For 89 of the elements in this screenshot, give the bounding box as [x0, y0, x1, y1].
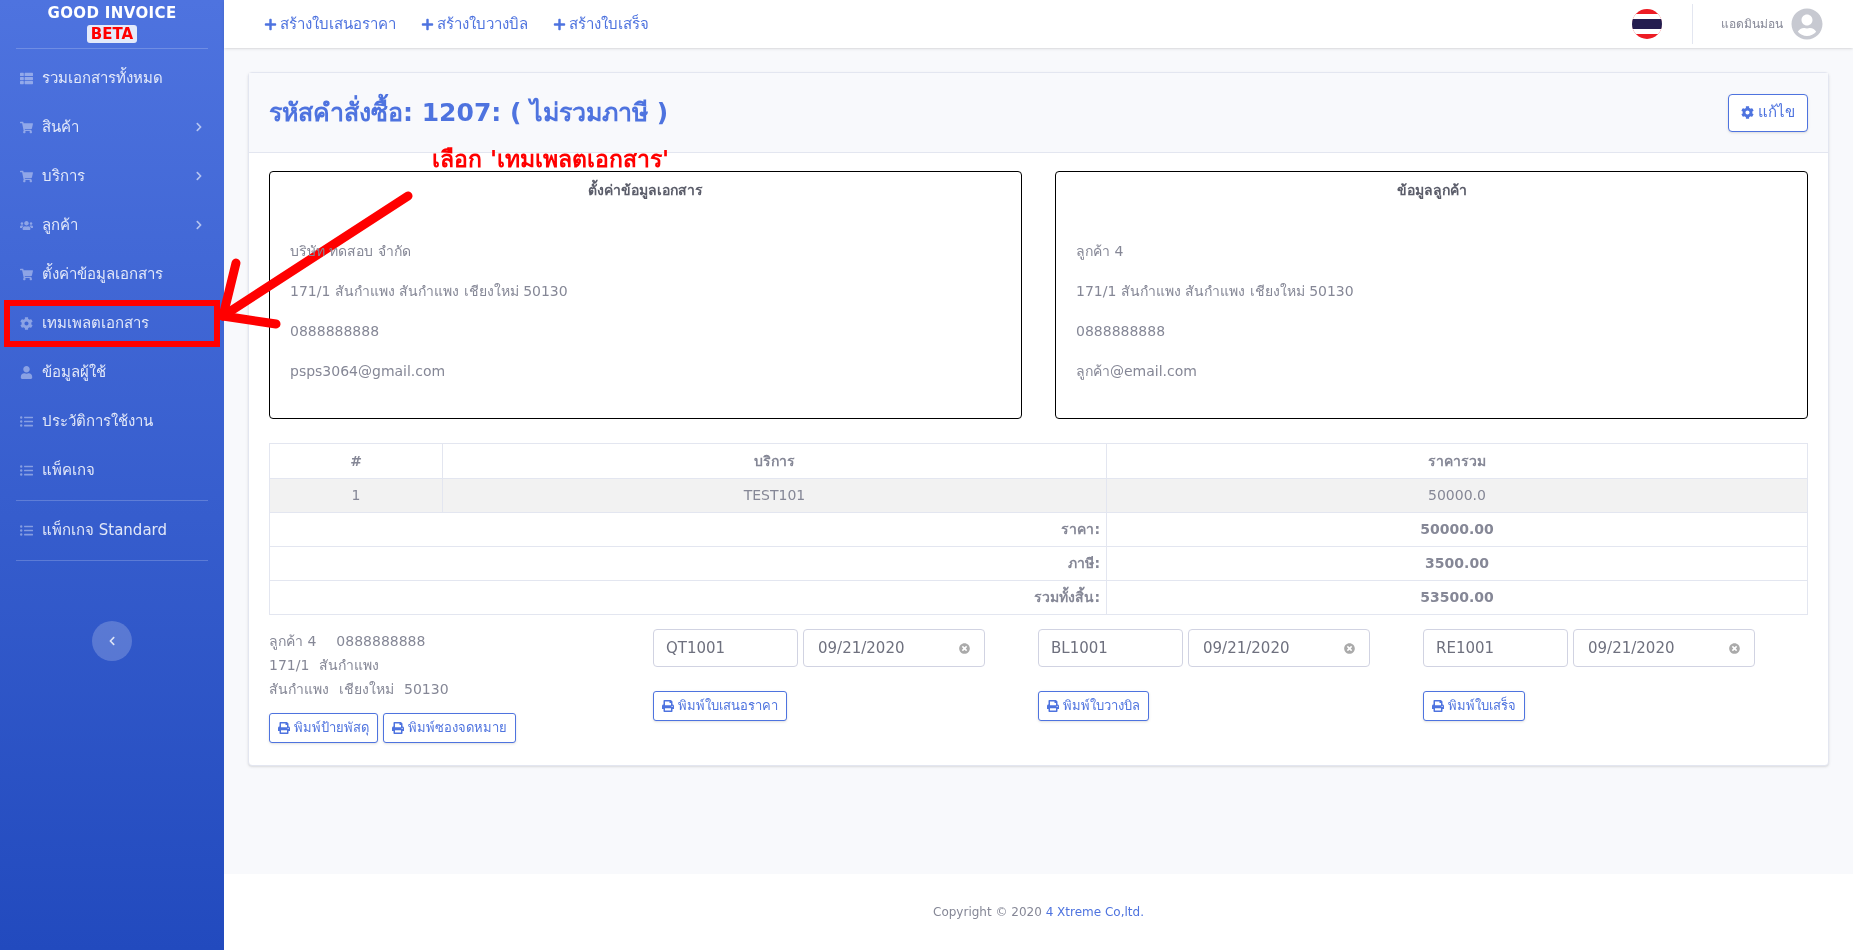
- edit-button[interactable]: แก้ไข: [1728, 93, 1808, 132]
- document-number-field[interactable]: QT1001: [653, 629, 798, 667]
- column-header: ราคารวม: [1106, 443, 1808, 479]
- list-icon: [20, 71, 33, 85]
- sidebar-item[interactable]: เทมเพลตเอกสาร: [10, 305, 214, 341]
- printer-icon: [1432, 700, 1444, 712]
- printer-icon: [662, 700, 674, 712]
- sidebar-item[interactable]: แพ็คเกจ: [10, 452, 214, 488]
- user-icon: [20, 365, 33, 379]
- table-cell: 50000.0: [1106, 478, 1808, 513]
- printer-icon: [392, 722, 404, 734]
- address-text: สันกำแพง: [269, 680, 329, 699]
- clear-icon[interactable]: [1729, 642, 1740, 654]
- address-text: เชียงใหม่: [339, 680, 394, 699]
- info-line: 171/1 สันกำแพง สันกำแพง เชียงใหม่ 50130: [1076, 282, 1354, 301]
- address-text: 0888888888: [336, 632, 426, 651]
- document-number-field[interactable]: RE1001: [1423, 629, 1568, 667]
- sidebar-item[interactable]: รวมเอกสารทั้งหมด: [10, 60, 214, 96]
- column-header: บริการ: [442, 443, 1107, 479]
- column-header: #: [269, 443, 443, 479]
- summary-value: 53500.00: [1106, 580, 1808, 615]
- create-link[interactable]: สร้างใบเสนอราคา: [264, 12, 396, 36]
- info-line: psps3064@gmail.com: [290, 362, 446, 381]
- summary-value: 50000.00: [1106, 512, 1808, 547]
- address-text: 50130: [404, 680, 449, 699]
- user-name: แอดมินม่อน: [1721, 16, 1783, 33]
- print-button[interactable]: พิมพ์ป้ายพัสดุ: [269, 713, 378, 743]
- summary-label: รวมทั้งสิ้น:: [269, 580, 1107, 615]
- clear-icon[interactable]: [959, 642, 970, 654]
- info-line: ลูกค้า@email.com: [1076, 362, 1197, 381]
- sidebar-item[interactable]: สินค้า: [10, 109, 214, 145]
- info-line: 0888888888: [290, 322, 380, 341]
- chevron-icon: [194, 220, 204, 230]
- address-text: 171/1: [269, 656, 310, 675]
- address-text: ลูกค้า 4: [269, 632, 317, 652]
- sidebar-item[interactable]: ข้อมูลผู้ใช้: [10, 354, 214, 390]
- company-link[interactable]: 4 Xtreme Co,ltd.: [1045, 905, 1144, 919]
- chevron-icon: [194, 122, 204, 132]
- sidebar-item[interactable]: ลูกค้า: [10, 207, 214, 243]
- info-line: 0888888888: [1076, 322, 1166, 341]
- address-text: สันกำแพง: [319, 656, 380, 675]
- date-field[interactable]: 09/21/2020: [1188, 629, 1370, 667]
- list-icon: [20, 463, 33, 477]
- settings-icon: [20, 316, 33, 330]
- printer-icon: [1047, 700, 1059, 712]
- clear-icon[interactable]: [1344, 642, 1355, 654]
- users-icon: [20, 218, 33, 232]
- list-icon: [20, 523, 33, 537]
- summary-label: ราคา:: [269, 512, 1107, 547]
- info-line: ลูกค้า 4: [1076, 242, 1124, 261]
- annotation-text: เลือก 'เทมเพลตเอกสาร': [432, 145, 670, 174]
- order-title: รหัสคำสั่งซื้อ: 1207: ( ไม่รวมภาษี ): [269, 93, 669, 132]
- cart-icon: [20, 169, 33, 183]
- cart-icon: [20, 267, 33, 281]
- settings-icon: [1741, 106, 1754, 119]
- create-link[interactable]: สร้างใบเสร็จ: [553, 12, 649, 36]
- print-button[interactable]: พิมพ์ซองจดหมาย: [383, 713, 516, 743]
- date-field[interactable]: 09/21/2020: [1573, 629, 1755, 667]
- summary-label: ภาษี:: [269, 546, 1107, 581]
- print-button[interactable]: พิมพ์ใบเสนอราคา: [653, 691, 787, 721]
- printer-icon: [278, 722, 290, 734]
- sidebar-item[interactable]: แพ็กเกจ Standard: [10, 512, 214, 548]
- table-cell: 1: [269, 478, 443, 513]
- print-button[interactable]: พิมพ์ใบวางบิล: [1038, 691, 1149, 721]
- summary-value: 3500.00: [1106, 546, 1808, 581]
- info-heading: ข้อมูลลูกค้า: [1395, 181, 1468, 201]
- avatar-icon[interactable]: [1791, 8, 1823, 40]
- chevron-icon: [194, 171, 204, 181]
- sidebar-item[interactable]: ประวัติการใช้งาน: [10, 403, 214, 439]
- create-link[interactable]: สร้างใบวางบิล: [421, 12, 528, 36]
- table-cell: TEST101: [442, 478, 1107, 513]
- sidebar-item[interactable]: บริการ: [10, 158, 214, 194]
- cart-icon: [20, 120, 33, 134]
- sidebar-item[interactable]: ตั้งค่าข้อมูลเอกสาร: [10, 256, 214, 292]
- info-heading: ตั้งค่าข้อมูลเอกสาร: [290, 180, 1001, 201]
- plus-icon: [553, 17, 566, 31]
- info-line: 171/1 สันกำแพง สันกำแพง เชียงใหม่ 50130: [290, 282, 568, 301]
- document-number-field[interactable]: BL1001: [1038, 629, 1183, 667]
- brand-title: GOOD INVOICE: [47, 3, 177, 24]
- plus-icon: [421, 17, 434, 31]
- list-icon: [20, 414, 33, 428]
- date-field[interactable]: 09/21/2020: [803, 629, 985, 667]
- copyright-text: Copyright © 2020 4 Xtreme Co,ltd.: [933, 904, 1144, 921]
- collapse-sidebar-button[interactable]: [92, 620, 132, 661]
- chevron-left-icon: [107, 635, 117, 646]
- plus-icon: [264, 17, 277, 31]
- print-button[interactable]: พิมพ์ใบเสร็จ: [1423, 691, 1525, 721]
- brand-subtitle: BETA: [86, 24, 138, 43]
- flag-icon: [1632, 9, 1662, 39]
